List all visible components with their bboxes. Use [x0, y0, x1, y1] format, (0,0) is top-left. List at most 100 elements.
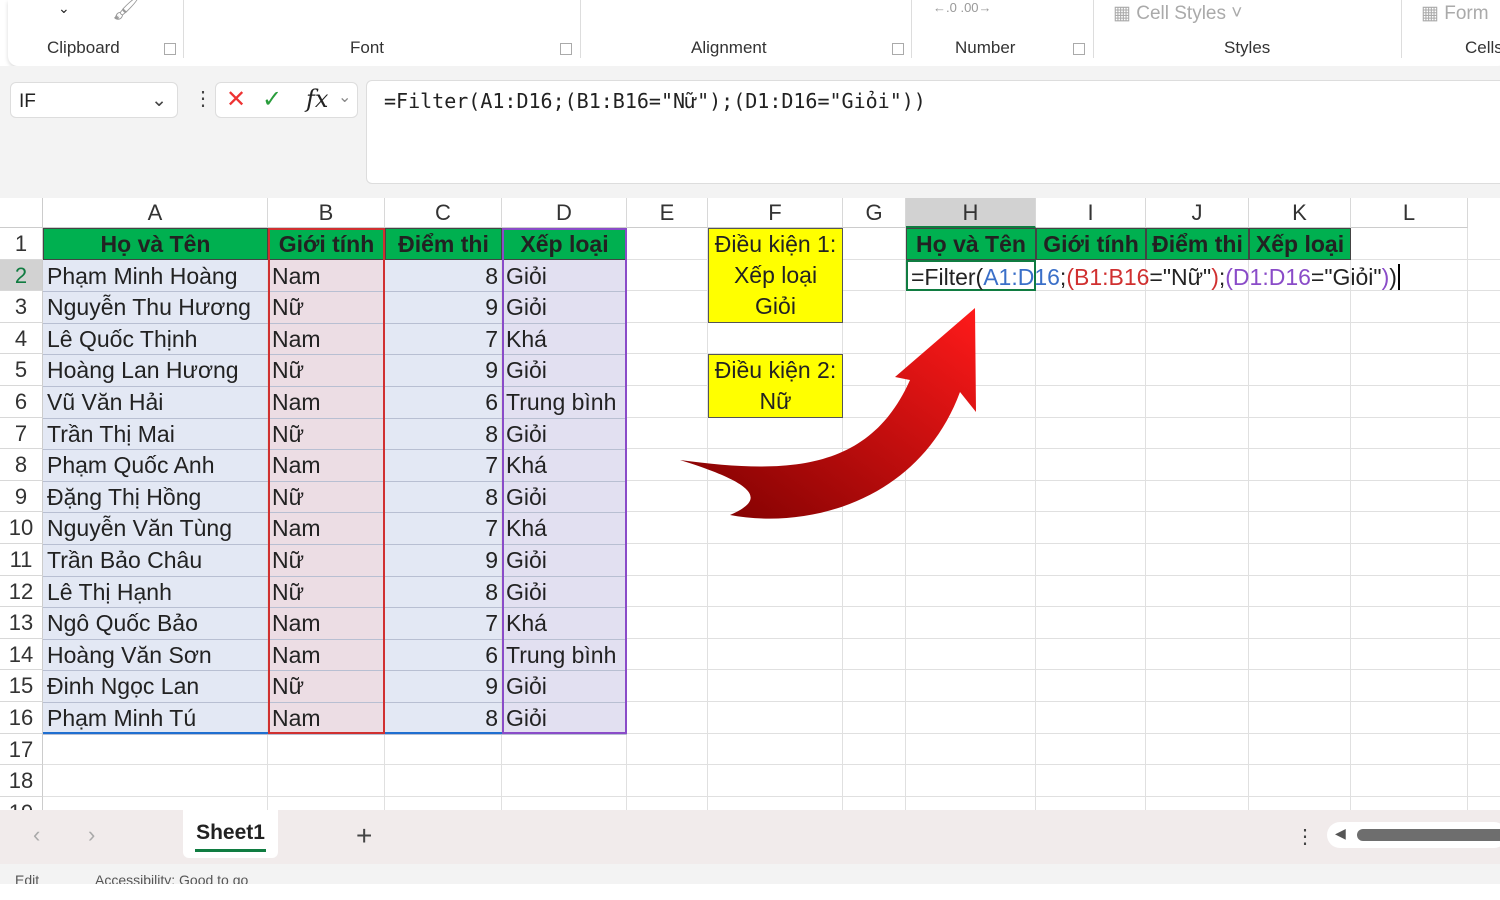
- group-cells: Cells: [1465, 38, 1500, 57]
- cell-styles-button[interactable]: ▦ Cell Styles ˅: [1113, 2, 1242, 25]
- column-header-K[interactable]: K: [1249, 198, 1351, 228]
- accessibility-status[interactable]: Accessibility: Good to go: [95, 872, 248, 884]
- formula-token: (B1:B16: [1066, 263, 1150, 290]
- range-highlight: [385, 228, 502, 734]
- column-header-B[interactable]: B: [268, 198, 385, 228]
- paste-dropdown-icon[interactable]: ⌄: [58, 0, 70, 17]
- row-header-18[interactable]: 18: [0, 765, 43, 797]
- formula-token: =Filter(: [911, 263, 984, 290]
- row-header-10[interactable]: 10: [0, 512, 43, 544]
- formula-buttons: ✕ ✓ fx ⌄: [215, 82, 358, 118]
- row-header-12[interactable]: 12: [0, 575, 43, 608]
- gridline: [1035, 228, 1036, 810]
- row-header-9[interactable]: 9: [0, 480, 43, 513]
- range-highlight: [502, 228, 627, 734]
- cell-styles-label: Cell Styles: [1136, 3, 1226, 24]
- name-box[interactable]: IF ⌄: [10, 82, 178, 118]
- column-header-I[interactable]: I: [1036, 198, 1146, 228]
- column-header-F[interactable]: F: [708, 198, 843, 228]
- add-sheet-button[interactable]: +: [356, 820, 372, 852]
- output-header-cell[interactable]: Giới tính: [1036, 228, 1146, 260]
- group-clipboard: Clipboard: [47, 38, 120, 57]
- text-cursor: [1397, 263, 1400, 290]
- row-header-16[interactable]: 16: [0, 702, 43, 734]
- formula-token: ="Giỏi": [1310, 263, 1382, 290]
- format-button[interactable]: ▦ Form: [1421, 2, 1489, 25]
- column-header-J[interactable]: J: [1146, 198, 1249, 228]
- group-alignment: Alignment: [691, 38, 767, 57]
- next-sheet-icon[interactable]: ›: [88, 822, 95, 848]
- sheet-tab-label: Sheet1: [196, 821, 265, 844]
- gridline: [43, 764, 1500, 766]
- group-number: Number: [955, 38, 1016, 57]
- select-all-corner[interactable]: [0, 198, 43, 228]
- gridline: [1248, 228, 1249, 810]
- row-header-2[interactable]: 2: [0, 259, 43, 292]
- formula-token: ): [1211, 263, 1219, 290]
- row-header-11[interactable]: 11: [0, 544, 43, 576]
- formula-input[interactable]: =Filter(A1:D16;(B1:B16="Nữ");(D1:D16="Gi…: [366, 80, 1500, 184]
- column-header-A[interactable]: A: [43, 198, 268, 228]
- cancel-icon[interactable]: ✕: [226, 85, 246, 114]
- format-painter-icon[interactable]: 🖌: [112, 0, 140, 22]
- output-header-cell[interactable]: Xếp loại: [1249, 228, 1351, 260]
- arrow-shape: [680, 308, 976, 519]
- more-icon[interactable]: ⋮: [193, 86, 213, 111]
- ribbon: ⌄ 🖌 Clipboard Font Alignment ←.0 .00→ Nu…: [8, 0, 1500, 66]
- gridline: [1467, 228, 1468, 810]
- condition-line: Xếp loại: [733, 262, 818, 288]
- column-header-G[interactable]: G: [843, 198, 906, 228]
- row-header-6[interactable]: 6: [0, 386, 43, 418]
- row-header-17[interactable]: 17: [0, 733, 43, 766]
- insert-function-icon[interactable]: fx: [306, 85, 328, 113]
- number-launcher-icon[interactable]: [1073, 43, 1085, 55]
- row-header-5[interactable]: 5: [0, 354, 43, 386]
- formula-token: A1:D16: [983, 263, 1060, 290]
- row-header-19[interactable]: 19: [0, 796, 43, 810]
- horizontal-scrollbar[interactable]: ◀: [1327, 822, 1500, 848]
- enter-icon[interactable]: ✓: [262, 85, 282, 114]
- column-header-L[interactable]: L: [1351, 198, 1468, 228]
- output-header-cell[interactable]: Họ và Tên: [906, 228, 1036, 260]
- chevron-down-icon[interactable]: ⌄: [151, 89, 167, 112]
- gridline: [1145, 228, 1146, 810]
- row-header-4[interactable]: 4: [0, 322, 43, 355]
- output-header-cell[interactable]: Điểm thi: [1146, 228, 1249, 260]
- column-header-C[interactable]: C: [385, 198, 502, 228]
- prev-sheet-icon[interactable]: ‹: [33, 822, 40, 848]
- group-font: Font: [350, 38, 385, 57]
- column-header-H[interactable]: H: [906, 198, 1036, 228]
- sheet-tab-sheet1[interactable]: Sheet1: [183, 810, 278, 858]
- formula-token: ): [1389, 263, 1397, 290]
- status-bar: Edit Accessibility: Good to go: [0, 864, 1500, 884]
- clipboard-launcher-icon[interactable]: [164, 43, 176, 55]
- condition-line: Điều kiện 1:: [714, 231, 837, 257]
- font-launcher-icon[interactable]: [560, 43, 572, 55]
- active-cell-editor[interactable]: =Filter(A1:D16;(B1:B16="Nữ");(D1:D16="Gi…: [906, 259, 1400, 292]
- range-highlight: [43, 228, 268, 734]
- formula-token: ="Nữ": [1149, 263, 1212, 290]
- format-label: Form: [1444, 3, 1489, 24]
- status-mode: Edit: [15, 872, 40, 884]
- column-header-E[interactable]: E: [627, 198, 708, 228]
- row-header-15[interactable]: 15: [0, 670, 43, 702]
- sheet-tab-bar: ‹ › Sheet1 + ⋮ ◀: [0, 810, 1500, 864]
- row-header-13[interactable]: 13: [0, 607, 43, 639]
- row-header-14[interactable]: 14: [0, 638, 43, 671]
- red-arrow-annotation: [680, 308, 976, 519]
- formula-token: (D1:D16: [1225, 263, 1311, 290]
- chevron-down-icon[interactable]: ⌄: [338, 87, 351, 107]
- column-header-D[interactable]: D: [502, 198, 627, 228]
- row-header-1[interactable]: 1: [0, 228, 43, 260]
- gridline: [1350, 228, 1351, 810]
- row-header-8[interactable]: 8: [0, 449, 43, 481]
- gridline: [43, 795, 1500, 797]
- range-highlight: [268, 228, 385, 734]
- more-icon[interactable]: ⋮: [1295, 824, 1315, 849]
- group-styles: Styles: [1224, 38, 1271, 57]
- decimal-icons[interactable]: ←.0 .00→: [933, 0, 992, 15]
- row-header-7[interactable]: 7: [0, 417, 43, 450]
- name-box-value: IF: [19, 91, 36, 112]
- row-header-3[interactable]: 3: [0, 291, 43, 323]
- alignment-launcher-icon[interactable]: [892, 43, 904, 55]
